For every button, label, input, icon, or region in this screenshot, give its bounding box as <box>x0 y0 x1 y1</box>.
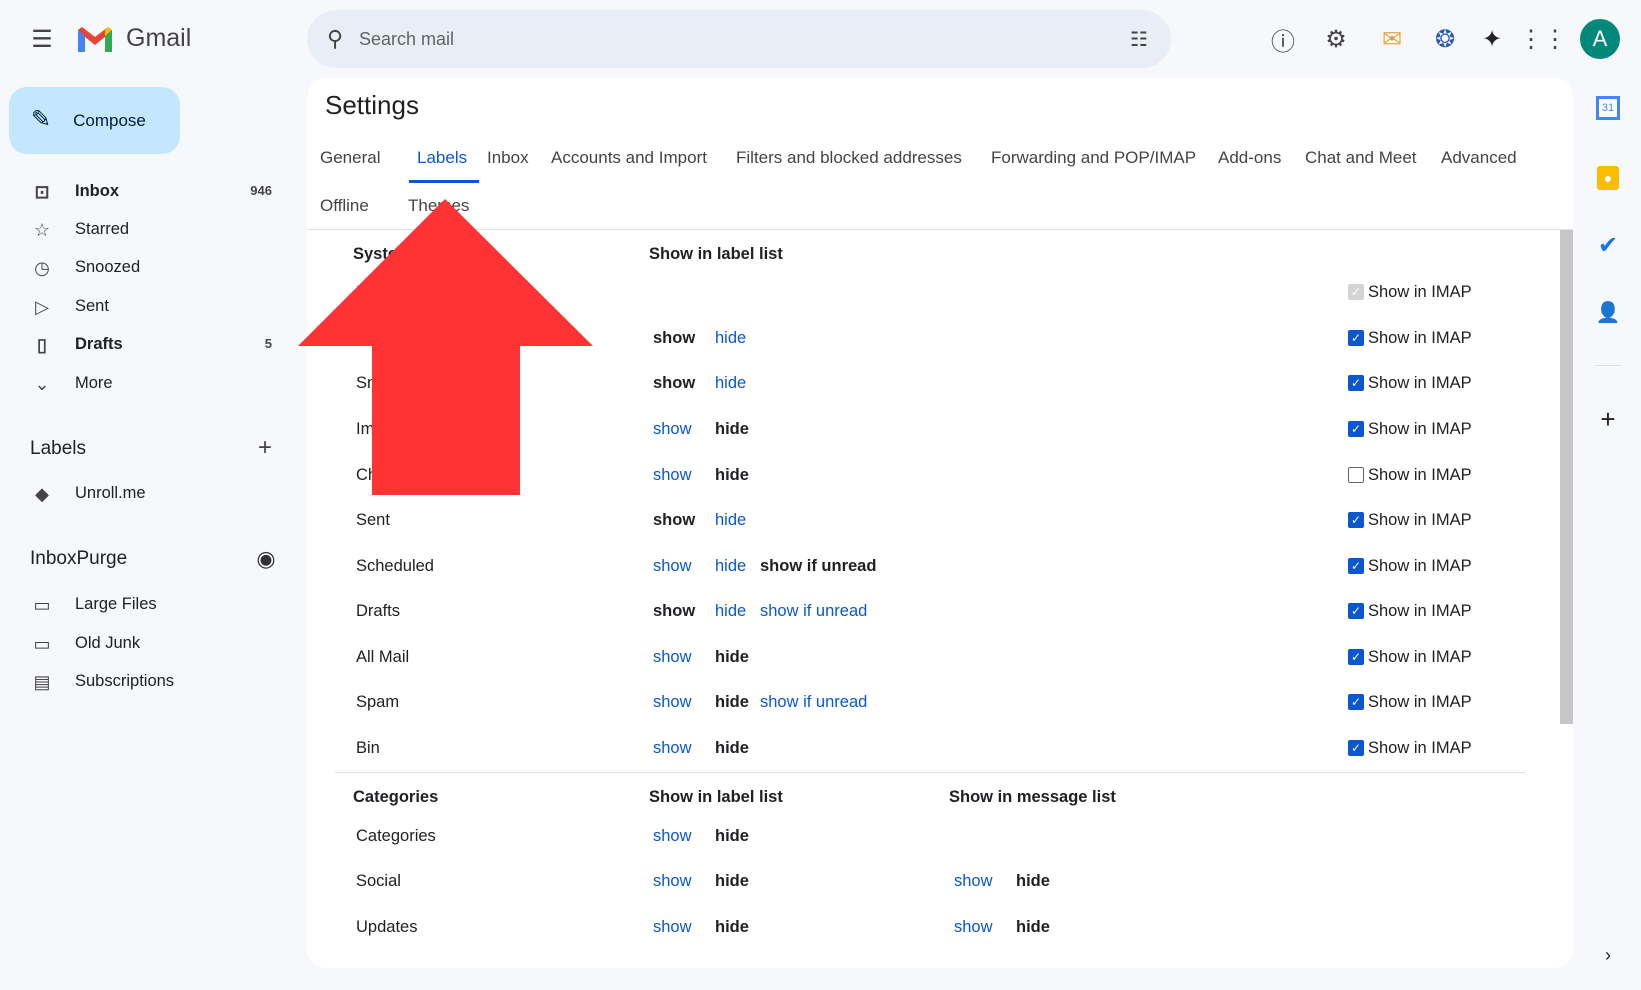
red-arrow-annotation <box>298 199 593 495</box>
